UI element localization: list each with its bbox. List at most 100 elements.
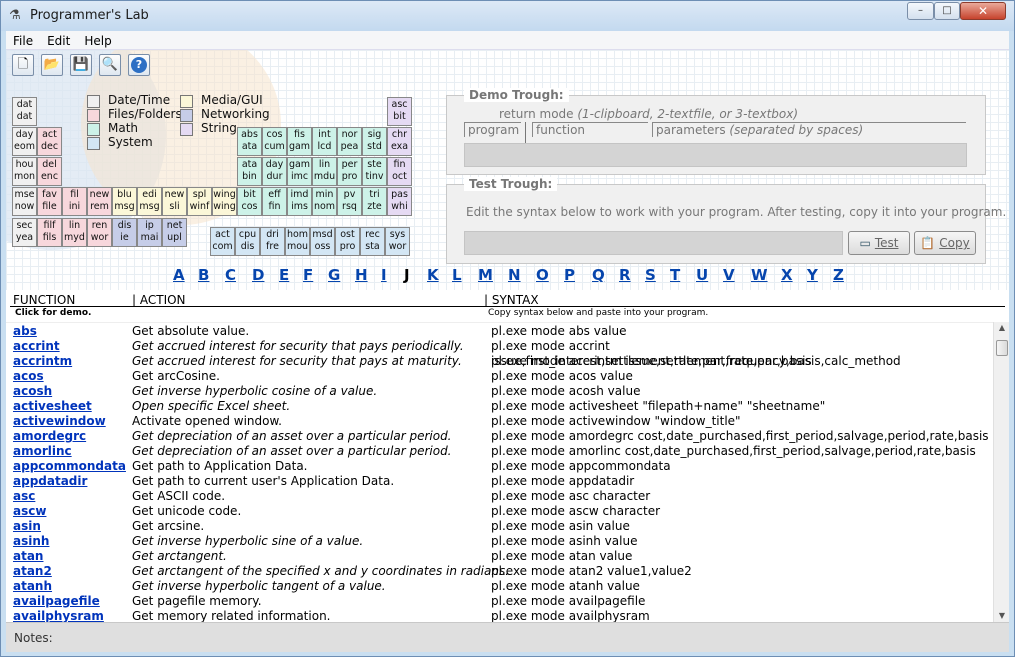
element-cell[interactable]: fil ini: [62, 187, 87, 216]
letter-link-f[interactable]: F: [303, 266, 313, 284]
element-cell[interactable]: wing wing: [212, 187, 237, 216]
element-cell[interactable]: sig std: [362, 127, 387, 156]
element-cell[interactable]: ste tinv: [362, 157, 387, 186]
element-cell[interactable]: min nom: [312, 187, 337, 216]
function-link[interactable]: activewindow: [13, 414, 106, 429]
letter-link-x[interactable]: X: [781, 266, 793, 284]
element-cell[interactable]: spl winf: [187, 187, 212, 216]
element-cell[interactable]: gam imc: [287, 157, 312, 186]
function-link[interactable]: asin: [13, 519, 41, 534]
element-cell[interactable]: ip mai: [137, 218, 162, 247]
letter-link-s[interactable]: S: [645, 266, 656, 284]
function-link[interactable]: acosh: [13, 384, 52, 399]
element-cell[interactable]: nor pea: [337, 127, 362, 156]
element-cell[interactable]: filf fils: [37, 218, 62, 247]
letter-link-u[interactable]: U: [696, 266, 708, 284]
element-cell[interactable]: fin oct: [387, 157, 412, 186]
element-cell[interactable]: lin myd: [62, 218, 87, 247]
element-cell[interactable]: int lcd: [312, 127, 337, 156]
element-cell[interactable]: eff fin: [262, 187, 287, 216]
element-cell[interactable]: abs ata: [237, 127, 262, 156]
element-cell[interactable]: ren wor: [87, 218, 112, 247]
element-cell[interactable]: dri fre: [260, 227, 285, 256]
letter-link-t[interactable]: T: [670, 266, 680, 284]
function-link[interactable]: atan2: [13, 564, 52, 579]
element-cell[interactable]: hou mon: [12, 157, 37, 186]
function-link[interactable]: abs: [13, 324, 37, 339]
element-cell[interactable]: chr exa: [387, 127, 412, 156]
menu-file[interactable]: File: [6, 31, 40, 49]
function-link[interactable]: accrintm: [13, 354, 72, 369]
letter-link-g[interactable]: G: [328, 266, 340, 284]
element-cell[interactable]: day dur: [262, 157, 287, 186]
element-cell[interactable]: day eom: [12, 127, 37, 156]
element-cell[interactable]: cpu dis: [235, 227, 260, 256]
scroll-up-icon[interactable]: ▲: [996, 323, 1008, 333]
element-cell[interactable]: dis ie: [112, 218, 137, 247]
function-link[interactable]: availpagefile: [13, 594, 100, 609]
function-link[interactable]: atan: [13, 549, 43, 564]
element-cell[interactable]: ost pro: [335, 227, 360, 256]
element-cell[interactable]: new rem: [87, 187, 112, 216]
letter-link-e[interactable]: E: [279, 266, 289, 284]
letter-link-c[interactable]: C: [225, 266, 236, 284]
search-button[interactable]: 🔍: [99, 54, 121, 76]
letter-link-z[interactable]: Z: [833, 266, 844, 284]
open-folder-button[interactable]: 📂: [41, 54, 63, 76]
demo-output-bar[interactable]: [464, 143, 967, 167]
letter-link-q[interactable]: Q: [592, 266, 605, 284]
letter-link-o[interactable]: O: [536, 266, 549, 284]
element-cell[interactable]: ata bin: [237, 157, 262, 186]
element-cell[interactable]: act dec: [37, 127, 62, 156]
element-cell[interactable]: act com: [210, 227, 235, 256]
letter-link-v[interactable]: V: [723, 266, 735, 284]
new-file-button[interactable]: 🗋: [12, 54, 34, 76]
letter-link-l[interactable]: L: [452, 266, 462, 284]
function-link[interactable]: asc: [13, 489, 35, 504]
function-link[interactable]: activesheet: [13, 399, 92, 414]
copy-button[interactable]: 📋 Copy: [914, 231, 976, 255]
letter-link-d[interactable]: D: [252, 266, 264, 284]
menu-edit[interactable]: Edit: [40, 31, 77, 49]
vertical-scrollbar[interactable]: ▲ ▼: [993, 322, 1009, 622]
element-cell[interactable]: rec sta: [360, 227, 385, 256]
letter-link-y[interactable]: Y: [807, 266, 818, 284]
element-cell[interactable]: mse now: [12, 187, 37, 216]
element-cell[interactable]: blu msg: [112, 187, 137, 216]
letter-link-m[interactable]: M: [478, 266, 493, 284]
element-cell[interactable]: fav file: [37, 187, 62, 216]
help-button[interactable]: ?: [128, 54, 150, 76]
element-cell[interactable]: dat dat: [12, 97, 37, 126]
function-link[interactable]: availphysram: [13, 609, 104, 622]
function-link[interactable]: atanh: [13, 579, 52, 594]
test-syntax-input[interactable]: [464, 231, 843, 255]
element-cell[interactable]: sec yea: [12, 218, 37, 247]
function-link[interactable]: acos: [13, 369, 44, 384]
element-cell[interactable]: fis gam: [287, 127, 312, 156]
close-button[interactable]: ✕: [960, 2, 1006, 20]
element-cell[interactable]: pas whi: [387, 187, 412, 216]
letter-link-p[interactable]: P: [564, 266, 575, 284]
function-link[interactable]: amordegrc: [13, 429, 86, 444]
element-cell[interactable]: net upl: [162, 218, 187, 247]
element-cell[interactable]: del enc: [37, 157, 62, 186]
element-cell[interactable]: edi msg: [137, 187, 162, 216]
element-cell[interactable]: lin mdu: [312, 157, 337, 186]
function-link[interactable]: ascw: [13, 504, 46, 519]
letter-link-i[interactable]: I: [381, 266, 387, 284]
element-cell[interactable]: cos cum: [262, 127, 287, 156]
test-button[interactable]: ▭ Test: [848, 231, 910, 255]
element-cell[interactable]: per pro: [337, 157, 362, 186]
element-cell[interactable]: tri zte: [362, 187, 387, 216]
function-link[interactable]: amorlinc: [13, 444, 72, 459]
letter-link-r[interactable]: R: [619, 266, 631, 284]
letter-link-h[interactable]: H: [355, 266, 368, 284]
scroll-thumb[interactable]: [996, 340, 1008, 356]
element-cell[interactable]: hom mou: [285, 227, 310, 256]
maximize-button[interactable]: □: [934, 2, 960, 20]
element-cell[interactable]: new sli: [162, 187, 187, 216]
element-cell[interactable]: asc bit: [387, 97, 412, 126]
letter-link-b[interactable]: B: [198, 266, 209, 284]
letter-link-n[interactable]: N: [508, 266, 521, 284]
title-bar[interactable]: ⚗ Programmer's Lab – □ ✕: [1, 1, 1014, 31]
